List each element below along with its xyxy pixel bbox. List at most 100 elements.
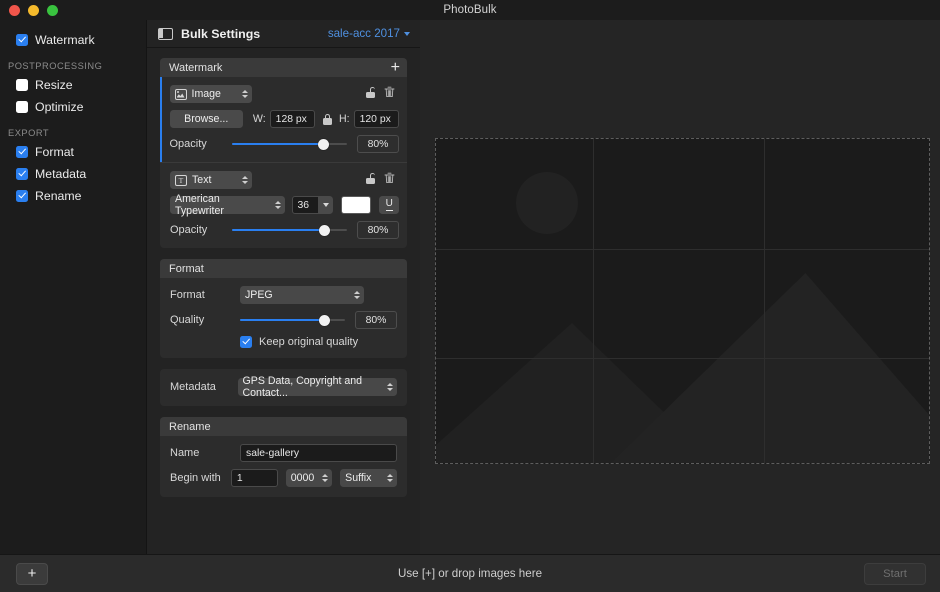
- grid-line-horizontal: [436, 358, 929, 359]
- metadata-checkbox[interactable]: [16, 168, 28, 180]
- settings-panel: Bulk Settings sale-acc 2017 Watermark +: [146, 20, 420, 554]
- font-family-label: American Typewriter: [175, 193, 224, 217]
- position-select[interactable]: Suffix: [340, 469, 397, 487]
- unlock-icon[interactable]: [366, 171, 375, 189]
- sidebar-item-label: Watermark: [35, 33, 95, 47]
- text-opacity-slider[interactable]: [232, 223, 347, 237]
- height-input[interactable]: 120 px: [353, 110, 399, 128]
- sidebar-item-format[interactable]: Format: [0, 141, 146, 163]
- settings-panel-body: Watermark + Image Browse... W: 128 px H:…: [147, 48, 420, 497]
- sidebar-item-label: Metadata: [35, 167, 87, 181]
- delete-icon[interactable]: [384, 85, 395, 103]
- browse-button[interactable]: Browse...: [169, 110, 243, 128]
- metadata-value: GPS Data, Copyright and Contact...: [242, 375, 363, 399]
- sidebar-toggle-icon[interactable]: [158, 27, 173, 40]
- position-value: Suffix: [345, 472, 372, 484]
- digits-value: 0000: [290, 472, 315, 484]
- trash-glyph: [384, 86, 395, 98]
- sidebar-item-rename[interactable]: Rename: [0, 185, 146, 207]
- slider-knob[interactable]: [318, 224, 330, 236]
- preview-canvas[interactable]: [435, 138, 930, 464]
- preview-area: #SALE: [420, 20, 940, 554]
- title-bar: PhotoBulk: [0, 0, 940, 20]
- format-select[interactable]: JPEG: [240, 286, 364, 304]
- rename-card-header: Rename: [160, 417, 407, 436]
- watermark-type-label: Text: [192, 174, 212, 186]
- sidebar-heading-export: EXPORT: [8, 128, 50, 138]
- watermark-item-text: T Text American Typewriter 36 U Opacity …: [160, 163, 407, 248]
- add-watermark-button[interactable]: +: [391, 59, 400, 76]
- font-size-input[interactable]: 36: [291, 196, 319, 214]
- sidebar-item-metadata[interactable]: Metadata: [0, 163, 146, 185]
- font-size-dropdown[interactable]: [318, 196, 334, 214]
- quality-value[interactable]: 80%: [355, 311, 397, 329]
- slider-knob[interactable]: [318, 314, 330, 326]
- height-label: H:: [339, 113, 350, 125]
- slider-fill: [231, 142, 324, 146]
- image-opacity-slider[interactable]: [231, 137, 347, 151]
- delete-icon[interactable]: [384, 171, 395, 189]
- underline-button[interactable]: U: [379, 196, 399, 214]
- image-opacity-value[interactable]: 80%: [357, 135, 399, 153]
- stepper-arrows-icon: [380, 474, 393, 482]
- watermark-type-label: Image: [191, 88, 221, 100]
- text-color-swatch[interactable]: [341, 196, 372, 214]
- sidebar-item-label: Rename: [35, 189, 82, 203]
- format-card-header: Format: [160, 259, 407, 278]
- watermark-type-select-text[interactable]: T Text: [170, 171, 252, 189]
- text-opacity-value[interactable]: 80%: [357, 221, 399, 239]
- sidebar-item-label: Format: [35, 145, 74, 159]
- name-input[interactable]: sale-gallery: [240, 444, 397, 462]
- sidebar-item-optimize[interactable]: Optimize: [0, 96, 146, 118]
- photobulk-window: PhotoBulk Watermark POSTPROCESSING Resiz…: [0, 0, 940, 592]
- width-label: W:: [252, 113, 266, 125]
- unlock-icon[interactable]: [366, 85, 375, 103]
- grid-line-vertical: [593, 139, 594, 463]
- width-input[interactable]: 128 px: [269, 110, 316, 128]
- keep-original-quality-label: Keep original quality: [259, 336, 359, 348]
- chevron-down-icon: [404, 31, 410, 36]
- watermark-card: Watermark + Image Browse... W: 128 px H:…: [160, 58, 407, 248]
- quality-slider[interactable]: [240, 313, 345, 327]
- sidebar-item-watermark[interactable]: Watermark: [0, 29, 146, 51]
- sidebar-heading-postprocessing: POSTPROCESSING: [8, 61, 103, 71]
- stepper-arrows-icon: [235, 90, 248, 98]
- preset-dropdown[interactable]: sale-acc 2017: [328, 27, 410, 40]
- optimize-checkbox[interactable]: [16, 101, 28, 113]
- bottom-bar: + Use [+] or drop images here Start: [0, 554, 940, 592]
- name-label: Name: [170, 447, 200, 459]
- drop-hint-text: Use [+] or drop images here: [397, 567, 543, 580]
- card-title: Watermark: [169, 61, 223, 74]
- trash-glyph: [384, 172, 395, 184]
- sidebar-item-label: Resize: [35, 78, 73, 92]
- rename-checkbox[interactable]: [16, 190, 28, 202]
- window-title: PhotoBulk: [443, 4, 497, 16]
- stepper-arrows-icon: [315, 474, 329, 482]
- sidebar-item-label: Optimize: [35, 100, 84, 114]
- resize-checkbox[interactable]: [16, 79, 28, 91]
- quality-label: Quality: [170, 314, 205, 326]
- opacity-label: Opacity: [170, 224, 208, 236]
- grid-line-horizontal: [436, 249, 929, 250]
- format-checkbox[interactable]: [16, 146, 28, 158]
- preset-label: sale-acc 2017: [327, 27, 400, 40]
- font-family-select[interactable]: American Typewriter: [170, 193, 285, 217]
- aspect-lock-icon[interactable]: [323, 113, 333, 125]
- sidebar: Watermark POSTPROCESSING Resize Optimize…: [0, 20, 146, 554]
- sidebar-item-resize[interactable]: Resize: [0, 74, 146, 96]
- digits-select[interactable]: 0000: [285, 469, 333, 487]
- begin-with-label: Begin with: [170, 472, 221, 484]
- stepper-arrows-icon: [235, 176, 248, 184]
- keep-original-quality-checkbox[interactable]: [240, 336, 252, 348]
- watermark-type-select-image[interactable]: Image: [169, 85, 252, 103]
- text-icon: T: [175, 174, 187, 186]
- rename-card: Rename Name sale-gallery Begin with 1 00…: [160, 417, 407, 497]
- slider-knob[interactable]: [318, 138, 330, 150]
- metadata-select[interactable]: GPS Data, Copyright and Contact...: [237, 375, 397, 399]
- stepper-arrows-icon: [268, 201, 281, 209]
- begin-with-input[interactable]: 1: [230, 469, 278, 487]
- underline-label: U: [385, 198, 393, 211]
- watermark-item-image: Image Browse... W: 128 px H: 120 px Opac…: [160, 77, 407, 162]
- watermark-checkbox[interactable]: [16, 34, 28, 46]
- stepper-arrows-icon: [380, 383, 393, 391]
